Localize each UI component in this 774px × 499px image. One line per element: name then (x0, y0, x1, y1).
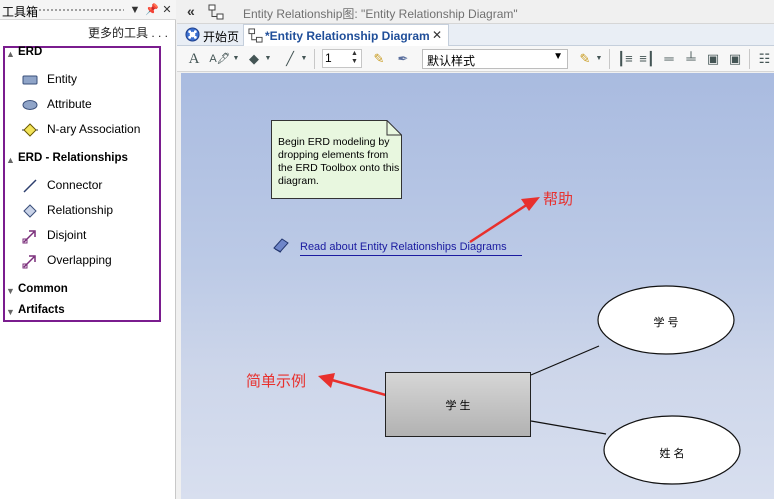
toolbox-item-label: Relationship (47, 203, 114, 217)
toolbox-item-label: Connector (47, 178, 103, 192)
toolbox-item-label: Entity (47, 72, 78, 86)
eyedropper-icon[interactable]: ✒ (392, 49, 414, 69)
expand-icon[interactable]: ▼ (6, 286, 15, 296)
tab-label: *Entity Relationship Diagram (265, 29, 430, 43)
nary-association-icon (22, 123, 38, 137)
close-icon[interactable]: ✕ (160, 2, 174, 18)
apply-style-icon[interactable]: ✎ (575, 49, 595, 69)
toolbox-item-label: Attribute (47, 97, 92, 111)
chevron-down-icon[interactable]: ▼ (595, 49, 603, 69)
collapse-panel-icon[interactable]: « (187, 3, 195, 19)
tab-label: 开始页 (203, 30, 240, 44)
toolbox-item-label: N-ary Association (47, 122, 141, 136)
align-top-icon[interactable]: ═ (659, 49, 679, 69)
start-page-icon (185, 27, 200, 42)
help-link-text: Read about Entity Relationships Diagrams (300, 241, 507, 253)
diagram-hierarchy-icon[interactable] (208, 4, 224, 20)
collapse-icon[interactable]: ▲ (6, 155, 15, 165)
line-color-icon[interactable]: ╱ (280, 49, 300, 69)
line-width-stepper[interactable]: 1 ▲ ▼ (322, 49, 362, 68)
toolbox-item-label: Overlapping (47, 253, 112, 267)
toolbox-item-label: Disjoint (47, 228, 87, 242)
format-painter-icon[interactable]: ✎ (368, 49, 390, 69)
toolbox-group-erd-relationships[interactable]: ERD - Relationships (18, 152, 128, 164)
toolbar-separator (314, 49, 315, 69)
note-text: Begin ERD modeling by dropping elements … (278, 136, 400, 187)
toolbox-group-artifacts[interactable]: Artifacts (18, 304, 65, 316)
more-tools-link[interactable]: 更多的工具 . . . (0, 24, 168, 41)
attribute-student-id[interactable]: 学 号 (626, 314, 706, 330)
chevron-down-icon[interactable]: ▼ (300, 49, 308, 69)
connector-icon (23, 179, 37, 193)
close-tab-icon[interactable]: ✕ (432, 28, 442, 42)
align-bottom-icon[interactable]: ╧ (681, 49, 701, 69)
diagram-title: Entity Relationship图: "Entity Relationsh… (243, 7, 518, 21)
entity-icon (22, 75, 38, 85)
toolbar-separator (749, 49, 750, 69)
pin-icon[interactable]: 📌 (145, 2, 159, 18)
collapse-icon[interactable]: ▲ (6, 49, 15, 59)
font-color-icon[interactable]: A🖋 (208, 49, 232, 69)
help-link[interactable]: Read about Entity Relationships Diagrams (300, 241, 522, 256)
diagram-hierarchy-icon (248, 28, 263, 43)
entity-student[interactable]: 学 生 (385, 372, 531, 437)
toolbox-group-common[interactable]: Common (18, 283, 68, 295)
align-left-icon[interactable]: ┃≡ (615, 49, 635, 69)
toolbox-drag-grip[interactable] (38, 8, 124, 12)
toolbox-title: 工具箱 (2, 5, 39, 19)
fill-color-icon[interactable]: ◆ (244, 49, 264, 69)
toolbar-separator (609, 49, 610, 69)
disjoint-icon (22, 230, 36, 244)
font-icon[interactable]: A (185, 49, 203, 69)
help-book-icon[interactable] (272, 236, 290, 254)
chevron-down-icon[interactable]: ▼ (264, 49, 272, 69)
entity-name: 学 生 (445, 400, 471, 412)
chevron-down-icon: ▼ (553, 51, 563, 62)
same-height-icon[interactable]: ▣ (725, 49, 745, 69)
style-preset-select[interactable]: 默认样式 ▼ (422, 49, 568, 69)
tab-entity-relationship-diagram[interactable]: *Entity Relationship Diagram ✕ (243, 24, 449, 46)
relationship-icon (23, 204, 37, 218)
layout-diagram-icon[interactable]: ☷ (755, 49, 774, 69)
toolbox-group-erd[interactable]: ERD (18, 46, 42, 58)
style-preset-value: 默认样式 (427, 54, 476, 68)
help-annotation-label: 帮助 (543, 191, 574, 208)
align-right-icon[interactable]: ≡┃ (637, 49, 657, 69)
stepper-arrows-icon[interactable]: ▲ ▼ (351, 50, 358, 66)
overlapping-icon (22, 255, 36, 269)
line-width-value: 1 (325, 51, 332, 65)
chevron-down-icon[interactable]: ▼ (128, 2, 142, 18)
same-width-icon[interactable]: ▣ (703, 49, 723, 69)
example-annotation-label: 简单示例 (246, 373, 307, 390)
expand-icon[interactable]: ▼ (6, 307, 15, 317)
attribute-name[interactable]: 姓 名 (632, 445, 712, 461)
chevron-down-icon[interactable]: ▼ (232, 49, 240, 69)
attribute-icon (22, 100, 38, 110)
